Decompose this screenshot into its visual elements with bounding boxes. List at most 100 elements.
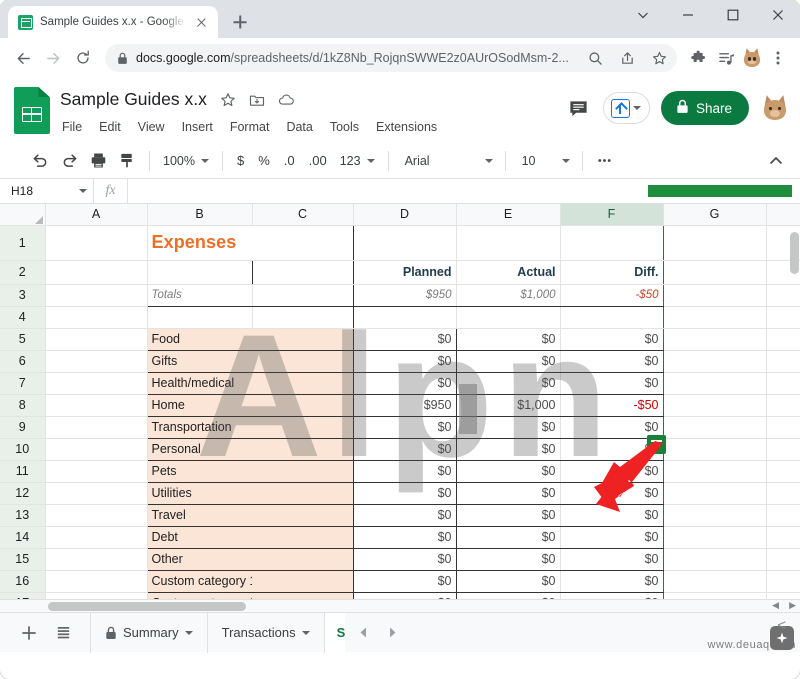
paint-format-icon[interactable] [113,147,142,175]
cell-a8[interactable] [45,394,148,417]
cell-c12[interactable] [252,482,354,505]
minimize-button[interactable] [665,0,710,30]
cell-f11[interactable]: $0 [559,460,664,483]
cell-f13[interactable]: $0 [559,504,664,527]
cell-g13[interactable] [663,504,767,527]
cell-d6[interactable]: $0 [353,350,457,373]
cell-g12[interactable] [663,482,767,505]
cell-e12[interactable]: $0 [456,482,561,505]
cell-a16[interactable] [45,570,148,593]
search-magnifier-icon[interactable] [583,46,607,70]
more-formats-button[interactable]: 123 [334,148,381,174]
column-header-d[interactable]: D [353,204,457,226]
cell-b6[interactable]: Gifts [146,350,252,373]
row-header-9[interactable]: 9 [0,416,46,439]
row-header-16[interactable]: 16 [0,570,46,593]
row-header-7[interactable]: 7 [0,372,46,395]
cell-c3[interactable] [252,284,354,307]
cell-f8[interactable]: -$50 [559,394,664,417]
column-header-h-partial[interactable] [766,204,800,226]
cell-b3[interactable]: Totals [146,284,253,307]
row-header-4[interactable]: 4 [0,306,46,329]
cell-d14[interactable]: $0 [353,526,457,549]
cell-h6[interactable] [766,350,800,373]
print-icon[interactable] [84,147,113,175]
cell-d10[interactable]: $0 [353,438,457,461]
chevron-down-icon[interactable] [620,0,665,30]
cell-e10[interactable]: $0 [456,438,561,461]
comment-icon[interactable] [566,95,592,121]
cell-h8[interactable] [766,394,800,417]
cell-c6[interactable] [252,350,354,373]
browser-tab[interactable]: Sample Guides x.x - Google Shee [8,6,218,38]
cell-g7[interactable] [663,372,767,395]
sheet-tab-summary[interactable]: Summary [90,612,208,653]
font-size-selector[interactable]: 10 [513,148,575,174]
cell-g3[interactable] [663,284,767,307]
new-tab-button[interactable] [226,8,254,36]
cell-h9[interactable] [766,416,800,439]
select-all-corner[interactable] [0,204,46,226]
zoom-selector[interactable]: 100% [157,148,215,174]
cell-c10[interactable] [252,438,354,461]
undo-icon[interactable] [26,147,55,175]
move-to-folder-icon[interactable] [249,92,265,108]
cell-b16[interactable]: Custom category 1 [146,570,252,593]
cell-a2[interactable] [45,260,148,285]
back-arrow-icon[interactable] [9,44,37,72]
cell-h16[interactable] [766,570,800,593]
scroll-left-arrow[interactable]: ◀ [772,600,779,611]
cloud-saved-icon[interactable] [278,93,295,107]
cell-a3[interactable] [45,284,148,307]
cell-b15[interactable]: Other [146,548,252,571]
cell-a4[interactable] [45,306,148,329]
cell-f7[interactable]: $0 [559,372,664,395]
cell-a14[interactable] [45,526,148,549]
cell-f4[interactable] [559,306,664,329]
cell-g6[interactable] [663,350,767,373]
percent-format-button[interactable]: % [251,148,277,174]
row-header-2[interactable]: 2 [0,260,46,285]
cell-g9[interactable] [663,416,767,439]
cell-c1[interactable] [252,224,354,261]
cell-g16[interactable] [663,570,767,593]
all-sheets-icon[interactable] [46,616,80,650]
cell-b11[interactable]: Pets [146,460,252,483]
three-dot-menu-icon[interactable] [765,45,791,71]
cell-h3[interactable] [766,284,800,307]
cell-f12[interactable]: $0 [559,482,664,505]
more-toolbar-options-icon[interactable] [590,147,619,175]
prev-sheet-arrow[interactable] [357,626,370,639]
google-sheets-logo[interactable] [14,87,50,134]
cell-e8[interactable]: $1,000 [456,394,561,417]
cell-b7[interactable]: Health/medical [146,372,252,395]
cell-e14[interactable]: $0 [456,526,561,549]
present-to-meeting-button[interactable] [602,92,650,124]
cell-d7[interactable]: $0 [353,372,457,395]
cell-c7[interactable] [252,372,354,395]
row-header-13[interactable]: 13 [0,504,46,527]
cell-a13[interactable] [45,504,148,527]
cat-avatar[interactable] [760,93,790,122]
share-icon[interactable] [615,46,639,70]
column-header-f[interactable]: F [560,204,664,226]
extensions-puzzle-icon[interactable] [685,45,711,71]
cell-d16[interactable]: $0 [353,570,457,593]
cell-b1[interactable]: Expenses [146,224,252,261]
cell-f1[interactable] [559,224,664,261]
cell-b4[interactable] [146,306,253,329]
cell-d15[interactable]: $0 [353,548,457,571]
cell-b13[interactable]: Travel [146,504,252,527]
reload-icon[interactable] [69,44,97,72]
cell-g11[interactable] [663,460,767,483]
cell-a10[interactable] [45,438,148,461]
music-playlist-icon[interactable] [713,45,739,71]
menu-extensions[interactable]: Extensions [374,118,439,136]
address-bar[interactable]: docs.google.com/spreadsheets/d/1kZ8Nb_Ro… [105,44,677,72]
document-title[interactable]: Sample Guides x.x [60,89,207,110]
cell-d5[interactable]: $0 [353,328,457,351]
cell-d8[interactable]: $950 [353,394,457,417]
row-header-12[interactable]: 12 [0,482,46,505]
menu-view[interactable]: View [136,118,167,136]
cell-h10[interactable] [766,438,800,461]
